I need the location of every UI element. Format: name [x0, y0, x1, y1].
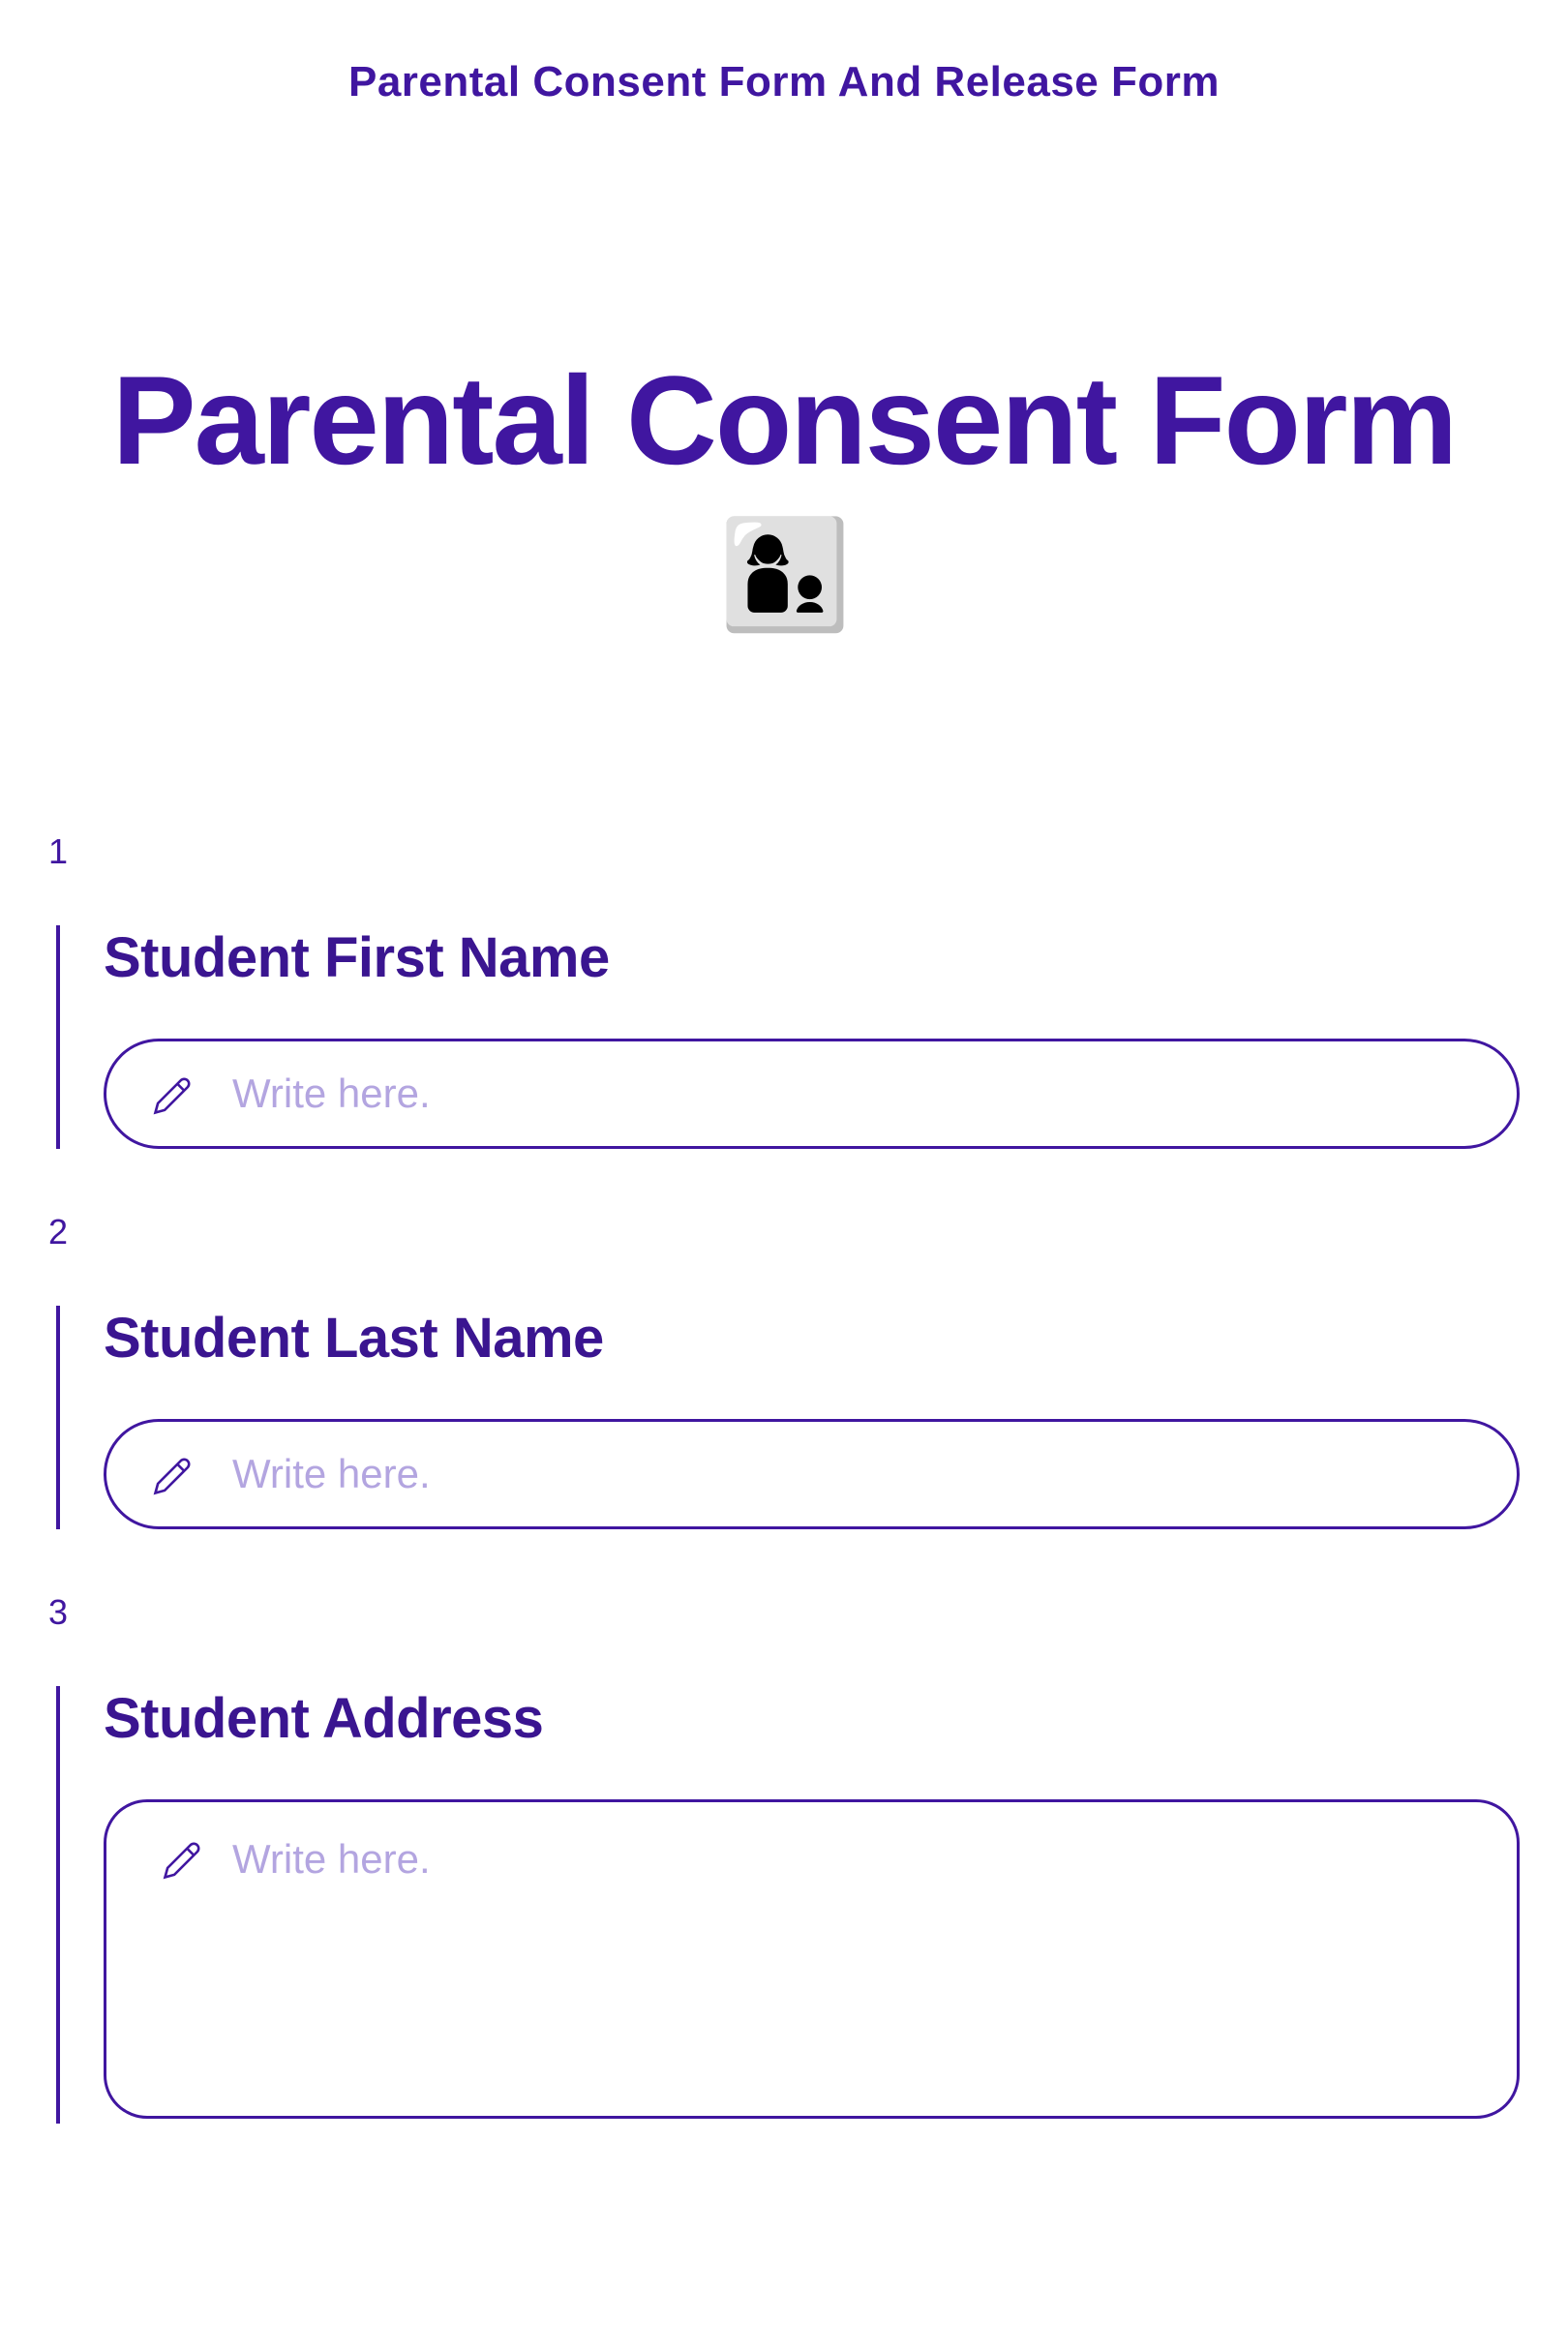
question-block-3: 3 Student Address	[48, 1592, 1520, 2124]
student-last-name-input[interactable]	[104, 1419, 1520, 1529]
page-header-title: Parental Consent Form And Release Form	[48, 58, 1520, 106]
input-wrapper	[104, 1419, 1520, 1529]
form-main-title: Parental Consent Form 👩‍👦	[48, 348, 1520, 638]
question-label-first-name: Student First Name	[104, 925, 1520, 990]
question-content: Student First Name	[56, 925, 1520, 1149]
question-content: Student Address	[56, 1686, 1520, 2124]
question-number: 3	[48, 1592, 1520, 1633]
question-block-1: 1 Student First Name	[48, 831, 1520, 1149]
input-wrapper	[104, 1799, 1520, 2124]
question-content: Student Last Name	[56, 1306, 1520, 1529]
main-title-text: Parental Consent Form	[112, 349, 1456, 491]
question-label-last-name: Student Last Name	[104, 1306, 1520, 1371]
question-label-address: Student Address	[104, 1686, 1520, 1751]
family-emoji-icon: 👩‍👦	[719, 515, 850, 634]
student-first-name-input[interactable]	[104, 1039, 1520, 1149]
question-block-2: 2 Student Last Name	[48, 1212, 1520, 1529]
question-number: 2	[48, 1212, 1520, 1252]
pencil-icon	[162, 1840, 202, 1881]
student-address-input[interactable]	[104, 1799, 1520, 2119]
pencil-icon	[152, 1075, 193, 1116]
pencil-icon	[152, 1456, 193, 1496]
input-wrapper	[104, 1039, 1520, 1149]
question-number: 1	[48, 831, 1520, 872]
